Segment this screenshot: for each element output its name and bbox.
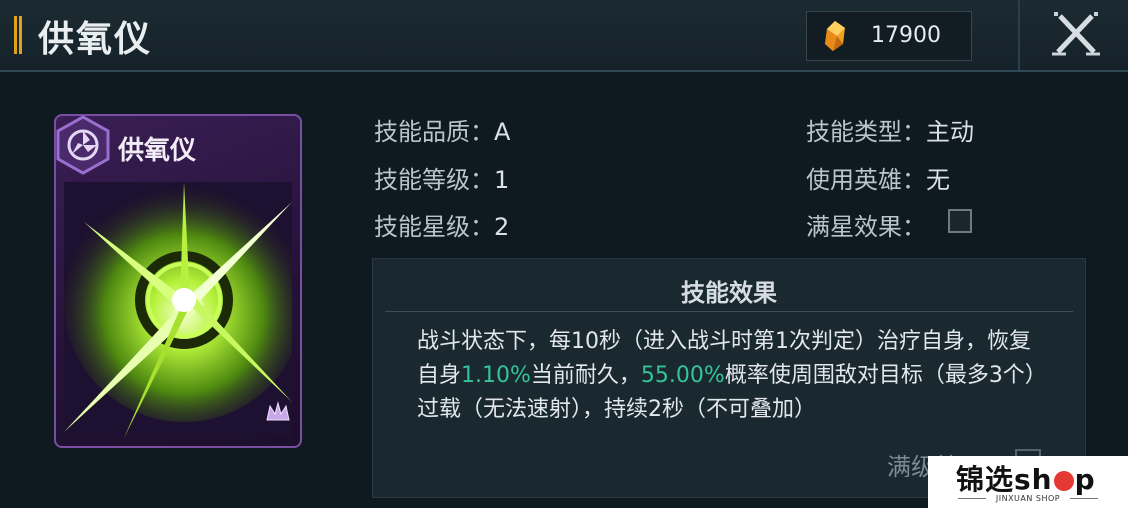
skill-quality-value: A <box>494 118 511 146</box>
currency-amount: 17900 <box>871 23 941 48</box>
watermark-subtitle: JINXUAN SHOP <box>995 494 1061 503</box>
watermark-o-icon <box>1053 471 1074 491</box>
skill-quality-row: 技能品质：A <box>374 112 510 147</box>
hero-value: 无 <box>926 166 950 194</box>
effect-highlight-chance: 55.00% <box>640 363 725 388</box>
full-star-label: 满星效果： <box>806 213 926 241</box>
page-title: 供氧仪 <box>38 18 153 60</box>
effect-divider <box>385 311 1073 312</box>
skill-type-row: 技能类型：主动 <box>806 112 974 147</box>
skill-star-label: 技能星级： <box>374 213 494 241</box>
full-star-checkbox[interactable] <box>948 209 972 233</box>
skill-type-label: 技能类型： <box>806 118 926 146</box>
skill-level-row: 技能等级：1 <box>374 160 509 195</box>
effect-highlight-heal: 1.10% <box>461 363 531 388</box>
watermark-logo: 锦选sh p <box>956 458 1096 498</box>
skill-quality-label: 技能品质： <box>374 118 494 146</box>
skill-effect-description[interactable]: 战斗状态下，每10秒（进入战斗时第1次判定）治疗自身，恢复自身1.10%当前耐久… <box>417 325 1037 443</box>
currency-display: 17900 <box>806 11 972 61</box>
hero-row: 使用英雄：无 <box>806 160 950 195</box>
header-accent-bar <box>14 16 22 54</box>
skill-artwork <box>64 182 292 438</box>
skill-effect-title: 技能效果 <box>681 278 777 307</box>
effect-text-part-2: 当前耐久， <box>530 363 641 388</box>
hero-label: 使用英雄： <box>806 166 926 194</box>
crystal-icon <box>825 21 845 51</box>
card-title: 供氧仪 <box>118 136 197 166</box>
skill-card: 供氧仪 <box>54 114 302 448</box>
top-bar: 供氧仪 17900 <box>0 0 1128 72</box>
close-icon[interactable] <box>1046 4 1106 62</box>
watermark-text-pre: 锦选sh <box>956 463 1053 496</box>
skill-level-value: 1 <box>494 166 510 194</box>
skill-type-value: 主动 <box>926 118 974 146</box>
skill-level-label: 技能等级： <box>374 166 494 194</box>
header-divider <box>1018 0 1020 70</box>
full-star-row: 满星效果： <box>806 207 926 242</box>
skill-star-value: 2 <box>494 213 510 241</box>
crown-icon <box>266 401 290 421</box>
watermark-text-post: p <box>1074 463 1096 496</box>
hex-emblem-icon <box>56 116 110 175</box>
watermark: 锦选sh p JINXUAN SHOP <box>928 456 1128 508</box>
skill-star-row: 技能星级：2 <box>374 207 509 242</box>
